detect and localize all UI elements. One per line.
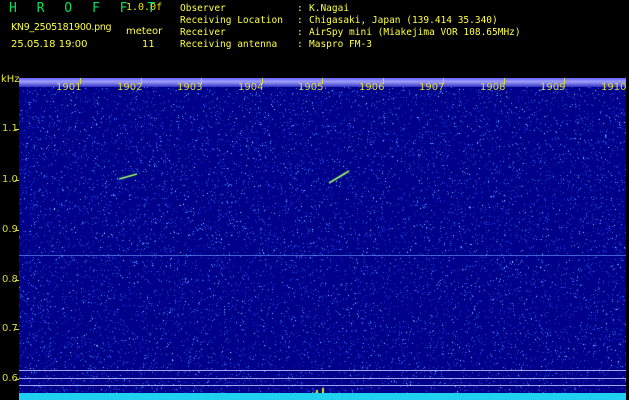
reference-line — [19, 385, 626, 386]
info-colon: : — [297, 15, 303, 26]
y-tick — [15, 129, 19, 130]
info-colon: : — [297, 3, 303, 14]
info-value-antenna: Maspro FM-3 — [309, 39, 372, 50]
info-value-observer: K.Nagai — [309, 3, 350, 14]
x-tick-label: 1904 — [238, 82, 264, 93]
x-tick-label: 1910 — [601, 82, 627, 93]
y-unit-label: kHz — [1, 74, 20, 85]
spectrogram-bottom-band — [19, 393, 626, 400]
x-tick — [80, 78, 81, 84]
y-tick — [15, 379, 19, 380]
spectrogram — [19, 78, 626, 400]
version-label: 1.0.0f — [126, 2, 163, 13]
x-tick-label: 1902 — [117, 82, 143, 93]
y-tick — [15, 230, 19, 231]
x-tick — [322, 78, 323, 84]
x-tick — [564, 78, 565, 84]
x-tick — [141, 78, 142, 84]
x-tick-label: 1901 — [56, 82, 82, 93]
meteor-label: meteor — [126, 26, 163, 37]
x-tick — [201, 78, 202, 84]
info-label-antenna: Receiving antenna — [180, 39, 278, 50]
carrier-line — [19, 255, 626, 256]
reference-line — [19, 370, 626, 371]
x-tick — [504, 78, 505, 84]
x-tick-label: 1907 — [419, 82, 445, 93]
spectrogram-noise — [19, 78, 626, 400]
x-tick-label: 1906 — [359, 82, 385, 93]
x-tick — [383, 78, 384, 84]
x-tick-label: 1909 — [540, 82, 566, 93]
x-tick — [262, 78, 263, 84]
info-label-location: Receiving Location — [180, 15, 283, 26]
x-tick-label: 1908 — [480, 82, 506, 93]
y-tick — [15, 329, 19, 330]
x-tick — [443, 78, 444, 84]
info-colon: : — [297, 27, 303, 38]
x-tick-label: 1903 — [177, 82, 203, 93]
file-name: KN9_2505181900.png — [11, 22, 112, 33]
y-tick — [15, 180, 19, 181]
info-colon: : — [297, 39, 303, 50]
reference-line — [19, 378, 626, 379]
y-tick — [15, 280, 19, 281]
x-tick-label: 1905 — [298, 82, 324, 93]
info-value-receiver: AirSpy mini (Miakejima VOR 108.65MHz) — [309, 27, 521, 38]
info-label-observer: Observer — [180, 3, 226, 14]
meteor-count: 11 — [142, 39, 155, 50]
info-value-location: Chigasaki, Japan (139.414 35.340) — [309, 15, 498, 26]
info-label-receiver: Receiver — [180, 27, 226, 38]
date-time: 25.05.18 19:00 — [11, 39, 88, 50]
